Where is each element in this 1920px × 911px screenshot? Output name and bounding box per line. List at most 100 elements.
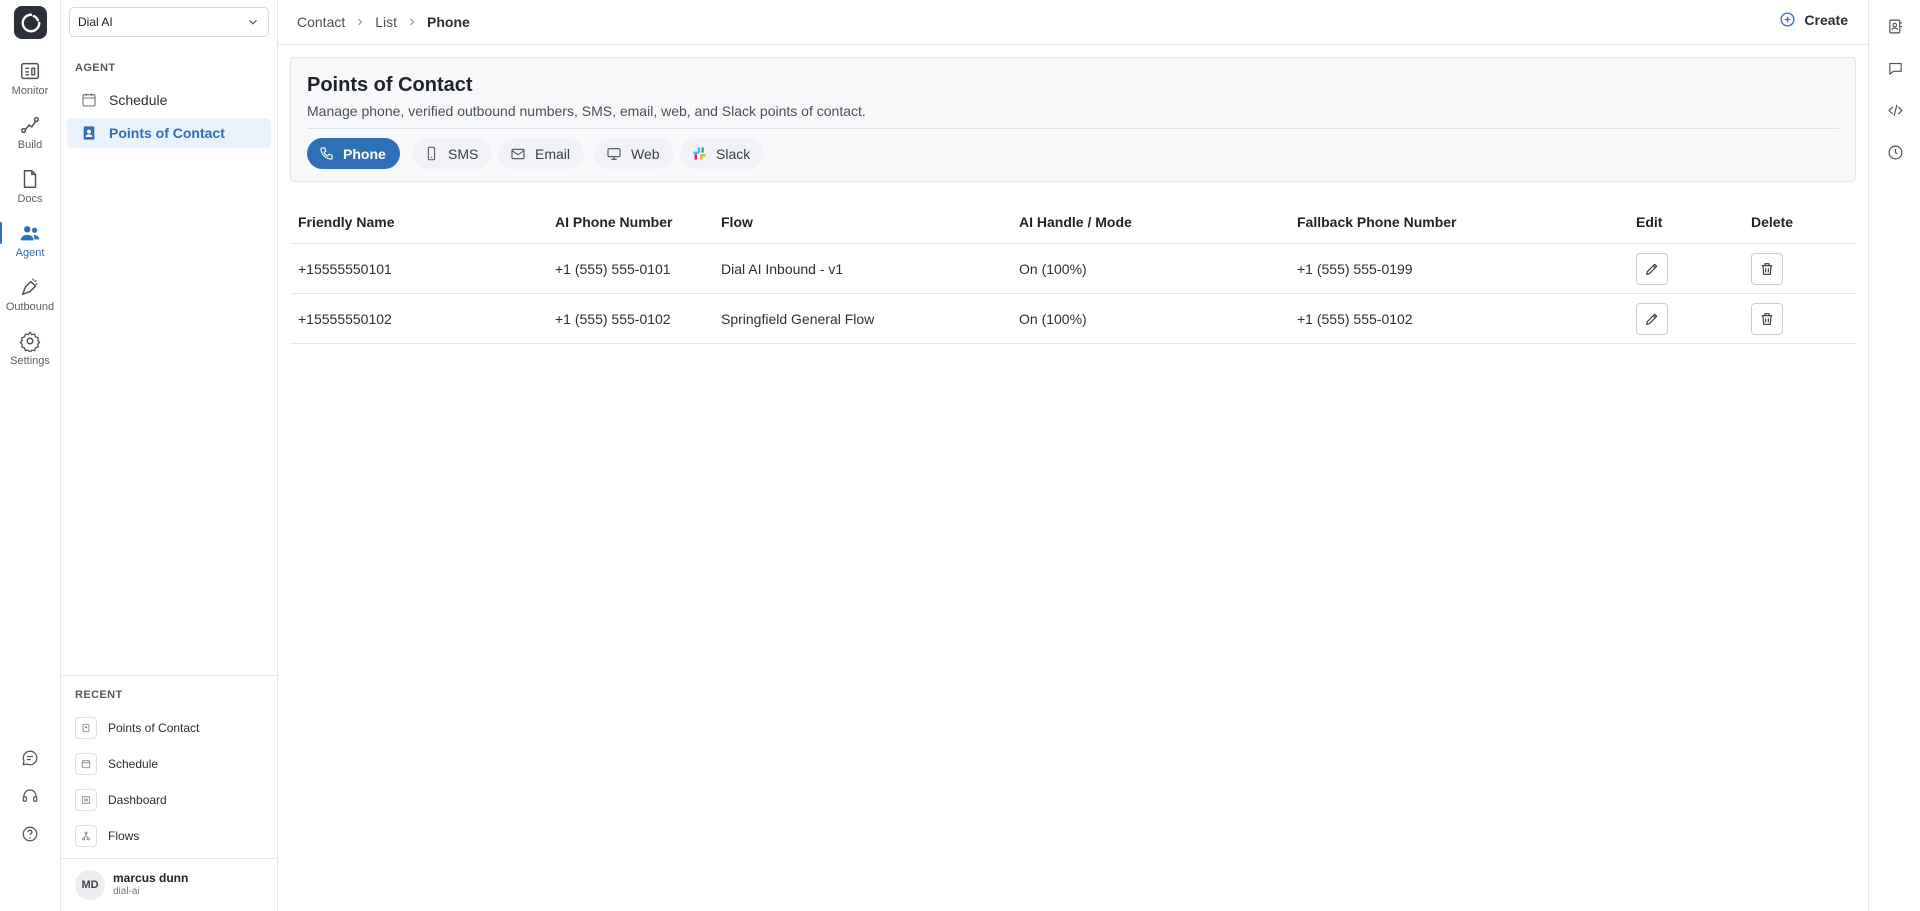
delete-button[interactable] — [1751, 252, 1783, 285]
rail-item-monitor[interactable]: Monitor — [0, 60, 60, 110]
support-button[interactable] — [0, 782, 60, 810]
page-header-panel: Points of Contact Manage phone, verified… — [290, 57, 1856, 182]
rail-label: Agent — [15, 247, 45, 259]
tab-phone[interactable]: Phone — [307, 138, 400, 169]
chevron-right-icon — [358, 18, 363, 26]
history-button[interactable] — [1869, 137, 1920, 167]
points-of-contact-table: Friendly Name AI Phone Number Flow AI Ha… — [290, 200, 1856, 344]
chevron-right-icon — [410, 18, 415, 26]
tab-email[interactable]: Email — [498, 138, 585, 169]
table-header-row: Friendly Name AI Phone Number Flow AI Ha… — [290, 200, 1856, 244]
recent-item-dashboard[interactable]: Dashboard — [75, 787, 167, 813]
user-menu[interactable]: MD marcus dunn dial-ai — [75, 870, 188, 900]
edit-button[interactable] — [1636, 252, 1668, 285]
tab-sms[interactable]: SMS — [412, 138, 493, 169]
rail-item-agent[interactable]: Agent — [0, 222, 60, 272]
user-org: dial-ai — [113, 886, 140, 897]
cell-fallback-number: +1 (555) 555-0102 — [1297, 310, 1413, 327]
recent-item-label: Dashboard — [108, 793, 167, 807]
edit-cell — [1636, 294, 1668, 343]
recent-item-label: Flows — [108, 829, 140, 843]
sidebar-item-label: Schedule — [109, 92, 168, 108]
tab-web[interactable]: Web — [594, 138, 674, 169]
contact-card-icon — [1888, 19, 1902, 33]
workspace-value: Dial AI — [78, 15, 113, 29]
code-button[interactable] — [1869, 95, 1920, 125]
rail-item-settings[interactable]: Settings — [0, 330, 60, 380]
sidebar-item-points-of-contact[interactable]: Points of Contact — [67, 118, 271, 148]
cell-fallback-number: +1 (555) 555-0199 — [1297, 260, 1413, 277]
message-button[interactable] — [1869, 53, 1920, 83]
sidebar: Dial AI AGENT Schedule Points of Contact… — [61, 0, 278, 911]
phone-icon — [320, 147, 333, 160]
rail-label: Docs — [17, 193, 43, 205]
rail-label: Monitor — [11, 85, 49, 97]
sidebar-item-label: Points of Contact — [109, 125, 225, 141]
divider — [307, 128, 1839, 129]
tab-label: Web — [631, 145, 660, 162]
breadcrumb: Contact List Phone — [297, 14, 470, 30]
rail-item-build[interactable]: Build — [0, 114, 60, 164]
agent-icon — [20, 226, 40, 241]
section-label-agent: AGENT — [75, 62, 116, 74]
column-header: Fallback Phone Number — [1297, 213, 1457, 230]
cell-ai-mode: On (100%) — [1019, 310, 1087, 327]
rail-label: Settings — [10, 355, 50, 367]
rail-item-docs[interactable]: Docs — [0, 168, 60, 218]
cell-ai-mode: On (100%) — [1019, 260, 1087, 277]
page-subtitle: Manage phone, verified outbound numbers,… — [307, 103, 866, 119]
logo-icon — [21, 13, 40, 32]
delete-cell — [1751, 294, 1783, 343]
column-header: Edit — [1636, 213, 1663, 230]
recent-item-schedule[interactable]: Schedule — [75, 751, 158, 777]
pencil-icon — [1646, 313, 1658, 325]
page-title: Points of Contact — [307, 74, 473, 96]
cell-ai-phone-number: +1 (555) 555-0101 — [555, 260, 671, 277]
build-icon — [21, 116, 39, 134]
recent-item-flows[interactable]: Flows — [75, 823, 139, 849]
breadcrumb-list[interactable]: List — [375, 14, 397, 30]
tab-slack[interactable]: Slack — [680, 138, 765, 169]
sidebar-item-schedule[interactable]: Schedule — [67, 85, 271, 115]
tab-label: Slack — [716, 145, 751, 162]
app-logo[interactable] — [14, 6, 47, 39]
flow-icon — [75, 825, 97, 847]
column-header: Flow — [721, 213, 753, 230]
help-icon — [22, 826, 38, 842]
headset-icon — [22, 789, 38, 802]
monitor-icon — [21, 62, 39, 80]
calendar-icon — [82, 93, 96, 107]
message-icon — [1888, 62, 1902, 75]
table-row: +15555550102 +1 (555) 555-0102 Springfie… — [290, 294, 1856, 344]
history-icon — [1888, 145, 1902, 159]
edit-button[interactable] — [1636, 302, 1668, 335]
workspace-select[interactable]: Dial AI — [69, 7, 269, 37]
trash-icon — [1761, 312, 1773, 325]
column-header: Friendly Name — [298, 213, 395, 230]
tab-label: Phone — [343, 145, 386, 162]
contact-book-icon — [75, 717, 97, 739]
avatar: MD — [75, 870, 105, 900]
column-header: AI Phone Number — [555, 213, 673, 230]
code-icon — [1887, 104, 1903, 116]
icon-rail: Monitor Build Docs Agent Outbound Settin… — [0, 0, 61, 911]
delete-button[interactable] — [1751, 302, 1783, 335]
cell-friendly-name: +15555550101 — [298, 260, 392, 277]
divider — [61, 675, 278, 676]
chevron-down-icon — [249, 19, 257, 25]
cell-ai-phone-number: +1 (555) 555-0102 — [555, 310, 671, 327]
rail-item-outbound[interactable]: Outbound — [0, 276, 60, 326]
recent-item-points-of-contact[interactable]: Points of Contact — [75, 715, 199, 741]
delete-cell — [1751, 244, 1783, 293]
desktop-icon — [607, 147, 621, 160]
tab-label: SMS — [448, 145, 479, 162]
dashboard-icon — [75, 789, 97, 811]
chat-button[interactable] — [0, 744, 60, 772]
create-button[interactable]: Create — [1779, 11, 1848, 28]
docs-icon — [23, 170, 37, 188]
cell-flow: Dial AI Inbound - v1 — [721, 260, 844, 277]
mobile-icon — [427, 146, 436, 161]
breadcrumb-contact[interactable]: Contact — [297, 14, 345, 30]
help-button[interactable] — [0, 820, 60, 848]
contact-card-button[interactable] — [1869, 11, 1920, 41]
